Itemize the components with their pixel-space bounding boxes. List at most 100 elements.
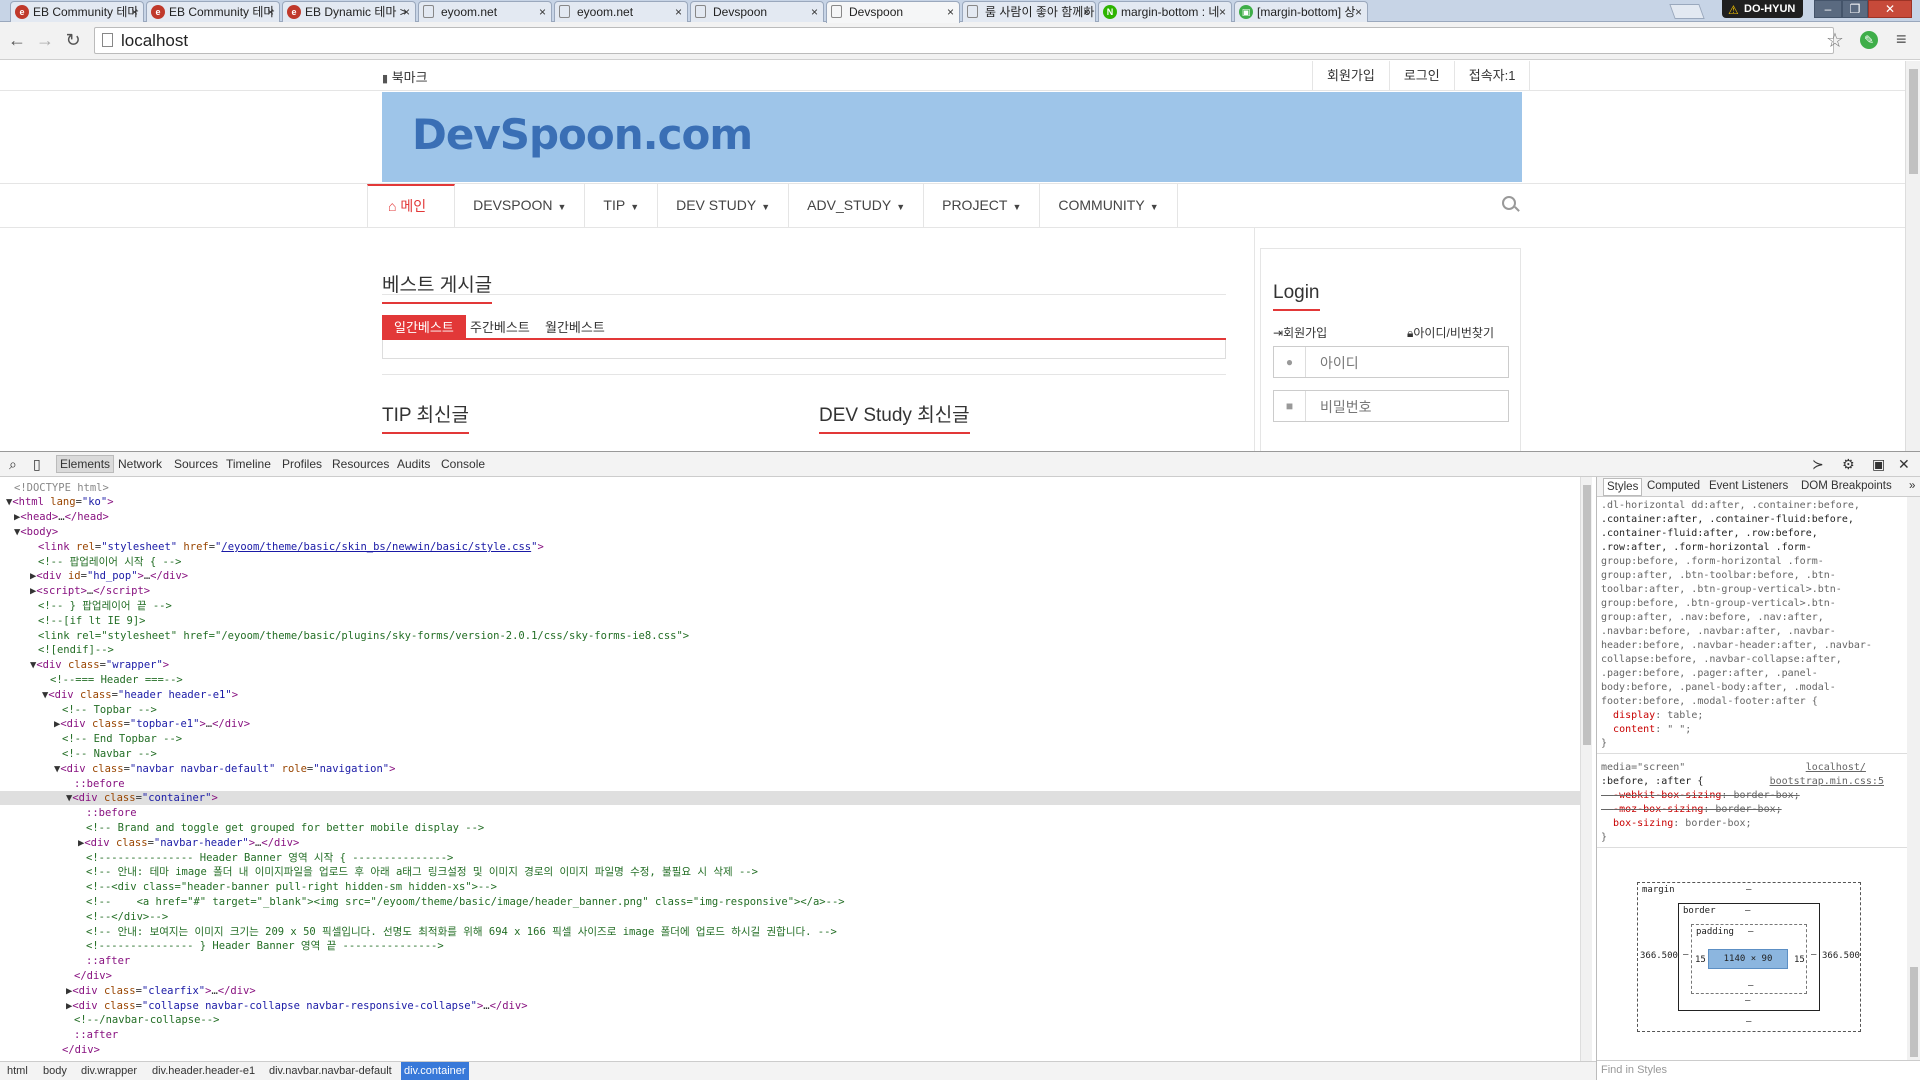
dom-tree-scrollbar[interactable] <box>1580 477 1592 1061</box>
close-tab-icon[interactable]: × <box>947 2 954 22</box>
dom-line[interactable]: ::after <box>0 954 1580 968</box>
crumb-body[interactable]: body <box>40 1062 70 1080</box>
dom-line[interactable]: </div> <box>0 1043 1580 1057</box>
close-tab-icon[interactable]: × <box>403 2 410 22</box>
gear-icon[interactable]: ⚙ <box>1842 456 1855 473</box>
profile-badge[interactable]: ⚠ DO-HYUN <box>1722 0 1804 18</box>
dom-tree[interactable]: <!DOCTYPE html> ▼<html lang="ko"> ▶<head… <box>0 477 1580 1061</box>
tab-computed[interactable]: Computed <box>1647 480 1700 492</box>
dom-line[interactable]: <!--<div class="header-banner pull-right… <box>0 880 1580 894</box>
crumb-navbar[interactable]: div.navbar.navbar-default <box>266 1062 395 1080</box>
scroll-thumb[interactable] <box>1910 967 1918 1057</box>
browser-tab[interactable]: 룸 사람이 좋아 함께하 × <box>962 1 1096 22</box>
maximize-button[interactable]: ❐ <box>1842 0 1868 18</box>
nav-item-devspoon[interactable]: DEVSPOON ▼ <box>455 184 586 228</box>
extension-icon[interactable]: ✎ <box>1860 31 1878 49</box>
close-icon[interactable]: ✕ <box>1898 456 1910 473</box>
dom-line[interactable]: ▼<div class="header header-e1"> <box>0 688 1580 702</box>
dev-study-latest-title[interactable]: DEV Study 최신글 <box>819 400 970 434</box>
dom-line[interactable]: ::before <box>0 806 1580 820</box>
reload-icon[interactable]: ↻ <box>62 30 84 51</box>
bookmark-star-icon[interactable]: ☆ <box>1826 28 1844 53</box>
dom-line[interactable]: ▶<div class="collapse navbar-collapse na… <box>0 999 1580 1013</box>
tab-resources[interactable]: Resources <box>332 457 389 471</box>
dom-line[interactable]: ▼<div class="navbar navbar-default" role… <box>0 762 1580 776</box>
close-tab-icon[interactable]: × <box>131 2 138 22</box>
dom-line[interactable]: <!-- Brand and toggle get grouped for be… <box>0 821 1580 835</box>
dom-line[interactable]: <!--------------- Header Banner 영역 시작 { … <box>0 851 1580 865</box>
forward-arrow-icon[interactable]: → <box>34 30 56 51</box>
tip-latest-title[interactable]: TIP 최신글 <box>382 400 469 434</box>
dom-line[interactable]: ▼<body> <box>0 525 1580 539</box>
dom-line[interactable]: <!-- <a href="#" target="_blank"><img sr… <box>0 895 1580 909</box>
search-icon[interactable]: ⌕ <box>9 456 17 473</box>
dom-line[interactable]: <link rel="stylesheet" href="/eyoom/them… <box>0 540 1580 554</box>
nav-item-main[interactable]: ⌂ 메인 <box>367 184 456 228</box>
dom-line[interactable]: <!--/navbar-collapse--> <box>0 1013 1580 1027</box>
dom-line[interactable]: <!-- End Topbar --> <box>0 732 1580 746</box>
nav-item-community[interactable]: COMMUNITY ▼ <box>1040 184 1178 228</box>
signup-link[interactable]: ⇥회원가입 <box>1273 324 1327 341</box>
crumb-header[interactable]: div.header.header-e1 <box>149 1062 258 1080</box>
device-mode-icon[interactable]: ▯ <box>33 456 41 473</box>
dom-line[interactable]: <![endif]--> <box>0 643 1580 657</box>
crumb-html[interactable]: html <box>4 1062 31 1080</box>
find-in-styles-input[interactable]: Find in Styles <box>1597 1060 1920 1080</box>
scroll-thumb[interactable] <box>1909 69 1918 174</box>
dock-icon[interactable]: ▣ <box>1872 456 1885 473</box>
browser-tab[interactable]: ▣ [margin-bottom] 상 × <box>1234 1 1368 22</box>
dom-line[interactable]: <!--[if lt IE 9]> <box>0 614 1580 628</box>
close-tab-icon[interactable]: × <box>1219 2 1226 22</box>
new-tab-button[interactable] <box>1669 4 1705 19</box>
close-tab-icon[interactable]: × <box>675 2 682 22</box>
password-field[interactable]: ■ 비밀번호 <box>1273 390 1509 422</box>
chrome-menu-icon[interactable]: ≡ <box>1896 29 1907 50</box>
tab-network[interactable]: Network <box>118 457 162 471</box>
tab-timeline[interactable]: Timeline <box>226 457 271 471</box>
styles-scrollbar[interactable] <box>1907 497 1920 1060</box>
nav-item-adv-study[interactable]: ADV_STUDY ▼ <box>789 184 925 228</box>
browser-tab[interactable]: eyoom.net × <box>418 1 552 22</box>
browser-tab[interactable]: Nmargin-bottom : 네 × <box>1098 1 1232 22</box>
nav-item-tip[interactable]: TIP ▼ <box>585 184 659 228</box>
dom-line[interactable]: ▶<div class="clearfix">…</div> <box>0 984 1580 998</box>
close-tab-icon[interactable]: × <box>1083 2 1090 22</box>
styles-rules[interactable]: .dl-horizontal dd:after, .container:befo… <box>1597 497 1907 1060</box>
site-logo[interactable]: DevSpoon.com <box>412 110 753 159</box>
tab-elements[interactable]: Elements <box>56 455 115 473</box>
minimize-button[interactable]: – <box>1814 0 1842 18</box>
nav-item-project[interactable]: PROJECT ▼ <box>924 184 1041 228</box>
bookmark-link[interactable]: ▮ 북마크 <box>382 67 428 86</box>
dom-line[interactable]: ▼<div class="wrapper"> <box>0 658 1580 672</box>
tab-console[interactable]: Console <box>441 457 485 471</box>
dom-line[interactable]: ▶<div class="topbar-e1">…</div> <box>0 717 1580 731</box>
tab-weekly-best[interactable]: 주간베스트 <box>458 315 542 340</box>
crumb-wrapper[interactable]: div.wrapper <box>78 1062 140 1080</box>
tab-profiles[interactable]: Profiles <box>282 457 322 471</box>
tab-monthly-best[interactable]: 월간베스트 <box>533 315 617 340</box>
dom-line[interactable]: <!-- 안내: 테마 image 폴더 내 이미지파일을 업로드 후 아래 a… <box>0 865 1580 879</box>
search-icon[interactable] <box>1502 196 1516 210</box>
tab-event-listeners[interactable]: Event Listeners <box>1709 480 1788 492</box>
dom-line[interactable]: <!-- Navbar --> <box>0 747 1580 761</box>
dom-line[interactable]: ▶<script>…</script> <box>0 584 1580 598</box>
find-account-link[interactable]: 🔒︎아이디/비번찾기 <box>1407 324 1494 341</box>
dom-line[interactable]: ▶<head>…</head> <box>0 510 1580 524</box>
id-field[interactable]: ● 아이디 <box>1273 346 1509 378</box>
login-link[interactable]: 로그인 <box>1388 61 1454 91</box>
dom-line[interactable]: ▼<html lang="ko"> <box>0 495 1580 509</box>
dom-line[interactable]: <!-- 팝업레이어 시작 { --> <box>0 555 1580 569</box>
dom-line[interactable]: <link rel="stylesheet" href="/eyoom/them… <box>0 629 1580 643</box>
browser-tab[interactable]: Devspoon × <box>690 1 824 22</box>
close-tab-icon[interactable]: × <box>539 2 546 22</box>
dom-line[interactable]: <!-- 안내: 보여지는 이미지 크기는 209 x 50 픽셀입니다. 선명… <box>0 925 1580 939</box>
crumb-container[interactable]: div.container <box>401 1062 469 1080</box>
dom-line[interactable]: <!-- Topbar --> <box>0 703 1580 717</box>
nav-item-dev-study[interactable]: DEV STUDY ▼ <box>658 184 790 228</box>
back-arrow-icon[interactable]: ← <box>6 30 28 51</box>
dom-line[interactable]: </div> <box>0 969 1580 983</box>
close-tab-icon[interactable]: × <box>811 2 818 22</box>
close-tab-icon[interactable]: × <box>1355 2 1362 22</box>
dom-line[interactable]: <!DOCTYPE html> <box>0 481 1580 495</box>
scroll-thumb[interactable] <box>1583 485 1591 745</box>
